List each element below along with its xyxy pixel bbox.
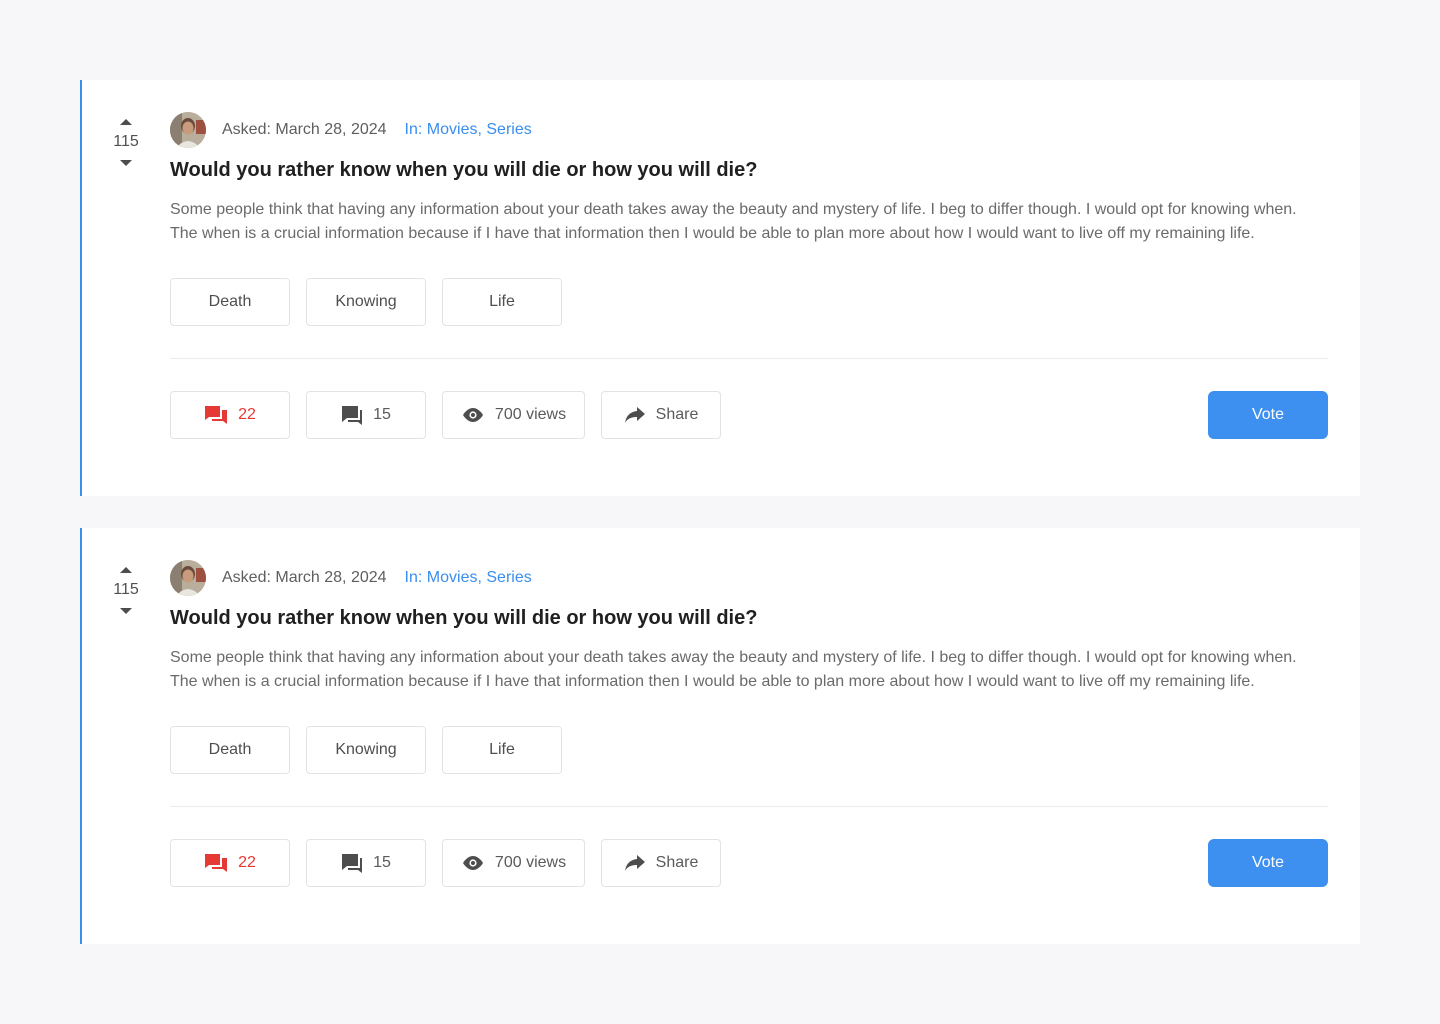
vote-column: 115 <box>110 114 142 171</box>
question-content: Asked: March 28, 2024 In: Movies, Series… <box>170 112 1330 439</box>
views-count: 700 views <box>494 854 567 871</box>
category-link-movies[interactable]: Movies <box>427 121 478 138</box>
tag-life[interactable]: Life <box>442 726 562 774</box>
tag-life[interactable]: Life <box>442 278 562 326</box>
question-meta: Asked: March 28, 2024 In: Movies, Series <box>170 560 1330 596</box>
categories: In: Movies, Series <box>404 121 532 138</box>
category-link-series[interactable]: Series <box>486 121 531 138</box>
answers-count: 22 <box>238 854 256 871</box>
comments-count: 15 <box>373 406 391 423</box>
views-button[interactable]: 700 views <box>442 839 585 887</box>
comments-button[interactable]: 15 <box>306 839 426 887</box>
tag-list: Death Knowing Life <box>170 726 1330 774</box>
vote-count: 115 <box>113 581 139 598</box>
answers-count: 22 <box>238 406 256 423</box>
avatar[interactable] <box>170 112 206 148</box>
eye-icon <box>461 855 485 871</box>
share-label: Share <box>655 854 699 871</box>
question-card: 115 Asked: March 28, 2024 In: Movies, Se… <box>80 80 1360 496</box>
comment-icon <box>341 404 363 426</box>
asked-date: Asked: March 28, 2024 <box>222 569 387 586</box>
avatar[interactable] <box>170 560 206 596</box>
chat-bubbles-icon <box>204 404 228 426</box>
category-link-series[interactable]: Series <box>486 569 531 586</box>
tag-knowing[interactable]: Knowing <box>306 726 426 774</box>
action-bar: 22 15 700 views Share Vote <box>170 391 1328 439</box>
tag-death[interactable]: Death <box>170 278 290 326</box>
question-title[interactable]: Would you rather know when you will die … <box>170 605 1330 631</box>
chat-bubbles-icon <box>204 852 228 874</box>
answers-button[interactable]: 22 <box>170 839 290 887</box>
views-count: 700 views <box>494 406 567 423</box>
question-title[interactable]: Would you rather know when you will die … <box>170 157 1330 183</box>
category-link-movies[interactable]: Movies <box>427 569 478 586</box>
action-bar: 22 15 700 views Share Vote <box>170 839 1328 887</box>
tag-knowing[interactable]: Knowing <box>306 278 426 326</box>
share-button[interactable]: Share <box>601 839 721 887</box>
upvote-icon[interactable] <box>116 562 136 578</box>
share-label: Share <box>655 406 699 423</box>
tag-death[interactable]: Death <box>170 726 290 774</box>
categories-prefix: In: <box>404 569 423 586</box>
vote-column: 115 <box>110 562 142 619</box>
vote-count: 115 <box>113 133 139 150</box>
answers-button[interactable]: 22 <box>170 391 290 439</box>
question-card: 115 Asked: March 28, 2024 In: Movies, Se… <box>80 528 1360 944</box>
share-arrow-icon <box>624 854 646 872</box>
share-arrow-icon <box>624 406 646 424</box>
question-meta: Asked: March 28, 2024 In: Movies, Series <box>170 112 1330 148</box>
eye-icon <box>461 407 485 423</box>
categories-prefix: In: <box>404 121 423 138</box>
asked-date: Asked: March 28, 2024 <box>222 121 387 138</box>
tag-list: Death Knowing Life <box>170 278 1330 326</box>
comment-icon <box>341 852 363 874</box>
downvote-icon[interactable] <box>116 155 136 171</box>
share-button[interactable]: Share <box>601 391 721 439</box>
divider <box>170 358 1328 359</box>
question-body: Some people think that having any inform… <box>170 201 1297 242</box>
categories: In: Movies, Series <box>404 569 532 586</box>
views-button[interactable]: 700 views <box>442 391 585 439</box>
upvote-icon[interactable] <box>116 114 136 130</box>
vote-button[interactable]: Vote <box>1208 391 1328 439</box>
question-feed: 115 Asked: March 28, 2024 In: Movies, Se… <box>80 80 1360 976</box>
comments-count: 15 <box>373 854 391 871</box>
vote-button[interactable]: Vote <box>1208 839 1328 887</box>
downvote-icon[interactable] <box>116 603 136 619</box>
comments-button[interactable]: 15 <box>306 391 426 439</box>
divider <box>170 806 1328 807</box>
question-body: Some people think that having any inform… <box>170 649 1297 690</box>
question-content: Asked: March 28, 2024 In: Movies, Series… <box>170 560 1330 887</box>
